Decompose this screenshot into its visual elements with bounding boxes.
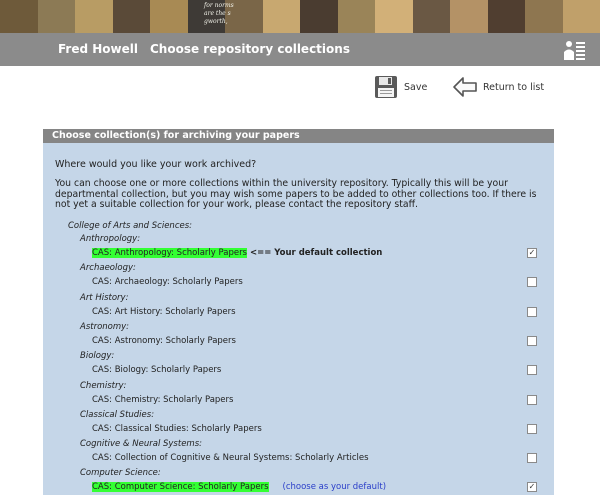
- return-to-list-button[interactable]: Return to list: [452, 76, 544, 98]
- default-collection-note: <== Your default collection: [247, 248, 383, 258]
- header-banner: for norms are the s gworth,: [0, 0, 600, 33]
- banner-photo-tile: [262, 0, 300, 33]
- collection-checkbox[interactable]: [527, 306, 537, 317]
- collection-row: CAS: Collection of Cognitive & Neural Sy…: [92, 453, 369, 463]
- banner-photo-tile: [450, 0, 488, 33]
- collection-row: CAS: Biology: Scholarly Papers: [92, 365, 221, 375]
- collection-name: CAS: Anthropology: Scholarly Papers: [92, 248, 247, 258]
- collection-row: CAS: Astronomy: Scholarly Papers: [92, 336, 236, 346]
- banner-photo-tile: [300, 0, 338, 33]
- banner-caption-line: gworth,: [204, 18, 228, 25]
- department-label: Archaeology:: [80, 263, 136, 274]
- save-button[interactable]: Save: [374, 75, 427, 99]
- title-bar: Fred Howell Choose repository collection…: [0, 33, 600, 66]
- department-label: Art History:: [80, 292, 129, 303]
- banner-photo-tile: [75, 0, 113, 33]
- collection-checkbox[interactable]: ✓: [527, 248, 537, 258]
- archive-question: Where would you like your work archived?: [55, 159, 257, 170]
- banner-photo-tile: [112, 0, 150, 33]
- banner-photo-tile: [375, 0, 413, 33]
- collection-row: CAS: Classical Studies: Scholarly Papers: [92, 424, 262, 434]
- collection-checkbox[interactable]: [527, 277, 537, 288]
- college-label: College of Arts and Sciences:: [68, 221, 193, 231]
- banner-photo-tile: [487, 0, 525, 33]
- collections-panel: Choose collection(s) for archiving your …: [43, 129, 554, 495]
- choose-as-default-link[interactable]: (choose as your default): [283, 482, 387, 492]
- department-label: Biology:: [80, 351, 115, 362]
- floppy-disk-icon: [375, 76, 397, 98]
- back-arrow-icon: [453, 77, 477, 97]
- department-label: Chemistry:: [80, 380, 127, 391]
- banner-caption-line: for norms: [204, 2, 234, 9]
- collection-checkbox[interactable]: [527, 365, 537, 376]
- collection-row: CAS: Anthropology: Scholarly Papers <== …: [92, 248, 382, 258]
- collection-checkbox[interactable]: [527, 394, 537, 405]
- banner-caption-line: are the s: [204, 10, 231, 17]
- collection-row: CAS: Archaeology: Scholarly Papers: [92, 277, 243, 287]
- banner-photo-tile: [37, 0, 75, 33]
- banner-photo-tile: [525, 0, 563, 33]
- list-menu-icon[interactable]: [561, 38, 587, 62]
- collection-name: CAS: Chemistry: Scholarly Papers: [92, 394, 234, 405]
- department-label: Classical Studies:: [80, 409, 155, 420]
- collection-name: CAS: Archaeology: Scholarly Papers: [92, 277, 243, 288]
- collection-name: CAS: Collection of Cognitive & Neural Sy…: [92, 453, 369, 464]
- department-label: Cognitive & Neural Systems:: [80, 439, 202, 450]
- department-label: Anthropology:: [80, 234, 141, 244]
- collection-checkbox[interactable]: [527, 335, 537, 346]
- collection-name: CAS: Art History: Scholarly Papers: [92, 306, 236, 317]
- return-label: Return to list: [483, 81, 545, 93]
- collection-row: CAS: Chemistry: Scholarly Papers: [92, 395, 233, 405]
- save-label: Save: [404, 81, 428, 93]
- banner-photo-tile: [412, 0, 450, 33]
- collection-checkbox[interactable]: [527, 423, 537, 434]
- collection-name: CAS: Classical Studies: Scholarly Papers: [92, 423, 262, 434]
- banner-photo-tile: [337, 0, 375, 33]
- banner-photo-tile: [0, 0, 38, 33]
- collection-name: CAS: Astronomy: Scholarly Papers: [92, 335, 236, 346]
- intro-text: You can choose one or more collections w…: [55, 178, 537, 210]
- collection-name: CAS: Biology: Scholarly Papers: [92, 365, 222, 376]
- user-name: Fred Howell: [58, 42, 138, 56]
- department-label: Astronomy:: [80, 321, 130, 332]
- collection-name: CAS: Computer Science: Scholarly Papers: [92, 482, 269, 493]
- banner-caption: for norms are the s gworth,: [204, 2, 234, 26]
- banner-photo-tile: [150, 0, 188, 33]
- banner-photo-tile: [562, 0, 600, 33]
- collection-row: CAS: Computer Science: Scholarly Papers (…: [92, 482, 387, 493]
- department-label: Computer Science:: [80, 468, 161, 479]
- page-title: Choose repository collections: [150, 42, 350, 56]
- collection-row: CAS: Art History: Scholarly Papers: [92, 307, 236, 317]
- collection-checkbox[interactable]: [527, 453, 537, 464]
- panel-title: Choose collection(s) for archiving your …: [43, 129, 554, 143]
- collection-checkbox[interactable]: ✓: [527, 482, 537, 493]
